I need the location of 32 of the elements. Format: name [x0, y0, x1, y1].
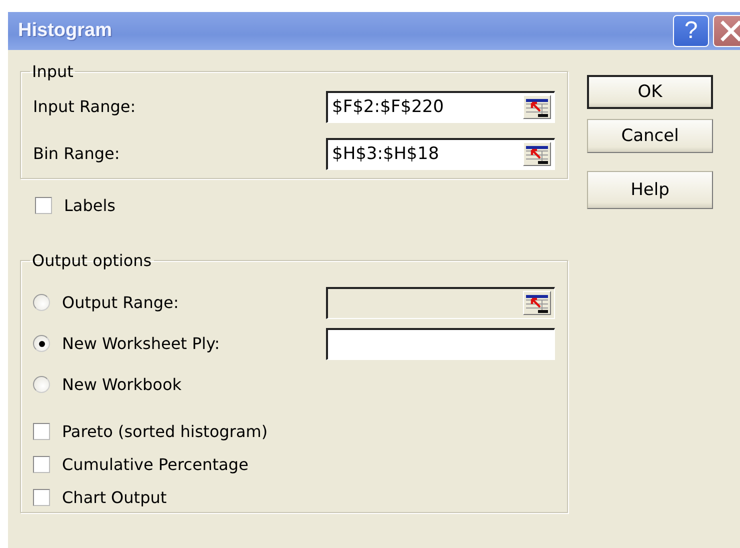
field-label: Input Range:	[33, 97, 136, 116]
radio-button[interactable]	[33, 294, 50, 311]
cell-range-icon	[525, 294, 549, 312]
cell-range-icon	[525, 144, 549, 164]
range-picker-button[interactable]	[523, 95, 551, 119]
range-picker-button[interactable]	[523, 142, 551, 166]
ok-button[interactable]: OK	[587, 75, 713, 109]
checkbox[interactable]	[33, 489, 50, 506]
checkbox[interactable]	[33, 456, 50, 473]
range-field[interactable]: $H$3:$H$18	[326, 138, 555, 170]
window-title: Histogram	[18, 20, 113, 42]
help-button[interactable]: ?	[673, 15, 709, 47]
help-button[interactable]: Help	[587, 171, 713, 209]
cancel-button[interactable]: Cancel	[587, 119, 713, 153]
radio-label: New Workbook	[62, 375, 182, 394]
checkbox-label: Cumulative Percentage	[62, 455, 248, 474]
radio-button[interactable]	[33, 335, 50, 352]
radio-button[interactable]	[33, 376, 50, 393]
group-title: Input	[31, 62, 74, 81]
range-field[interactable]	[326, 328, 555, 360]
cell-range-icon	[525, 98, 549, 116]
close-icon	[720, 20, 740, 42]
checkbox-label: Labels	[64, 196, 116, 214]
range-field[interactable]: $F$2:$F$220	[326, 90, 555, 122]
checkbox-label: Chart Output	[62, 488, 167, 507]
checkbox[interactable]	[33, 423, 50, 440]
radio-label: New Worksheet Ply:	[62, 334, 220, 353]
checkbox-label: Pareto (sorted histogram)	[62, 422, 268, 441]
group-title: Output options	[31, 251, 153, 270]
checkbox[interactable]	[35, 196, 52, 214]
field-label: Bin Range:	[33, 144, 120, 163]
radio-label: Output Range:	[62, 293, 179, 312]
